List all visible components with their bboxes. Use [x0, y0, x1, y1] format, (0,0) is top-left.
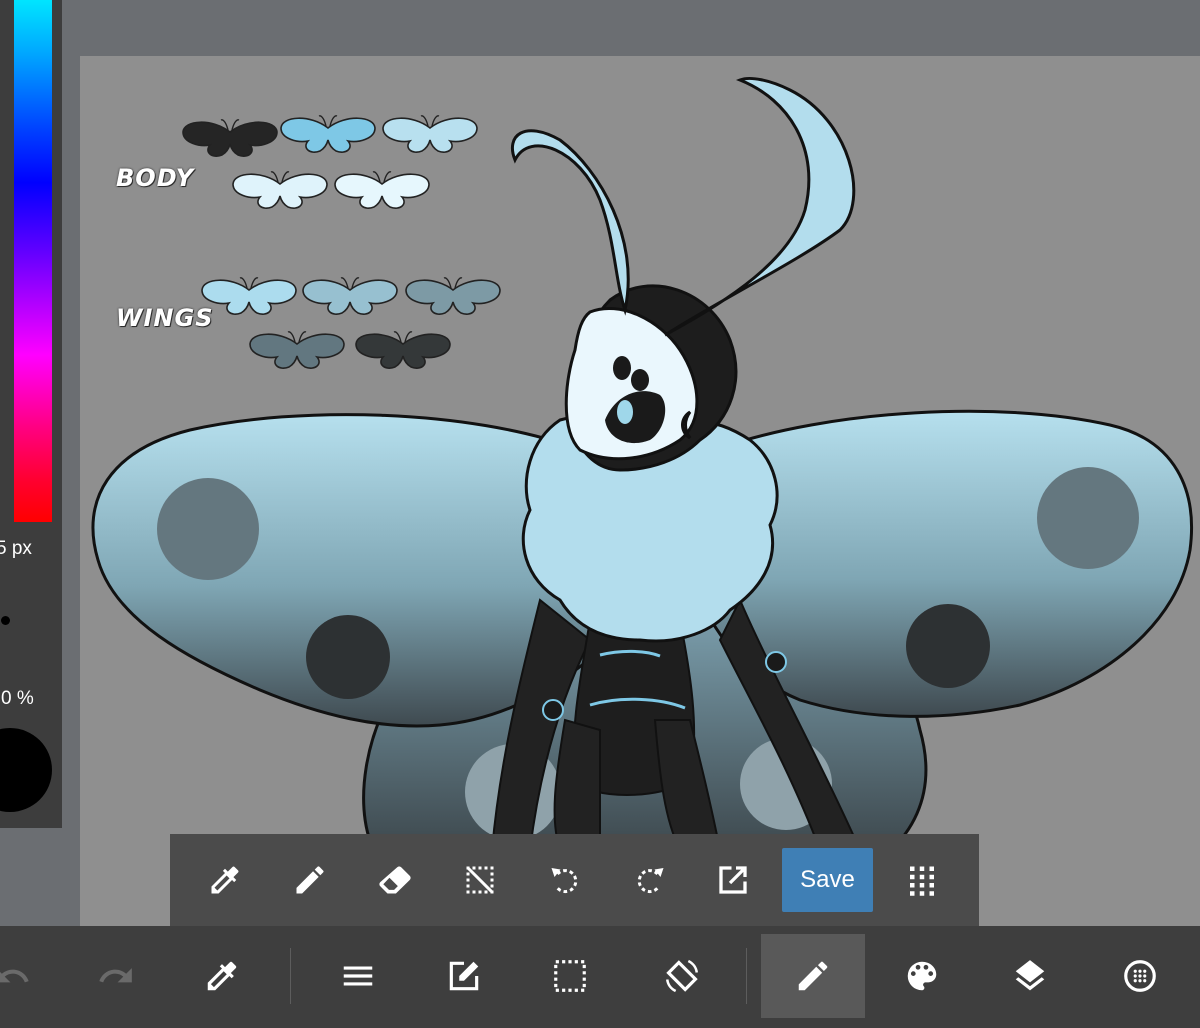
deselect-button[interactable]	[450, 850, 510, 910]
save-button[interactable]: Save	[782, 848, 873, 912]
palette-button[interactable]	[870, 934, 974, 1018]
redo-icon	[99, 968, 132, 983]
redo-icon	[637, 868, 664, 894]
bottom-undo-button[interactable]	[0, 934, 64, 1018]
toolbar-divider	[746, 948, 747, 1004]
rotate-screen-button[interactable]	[630, 934, 734, 1018]
menu-icon	[343, 966, 373, 986]
panel-gutter	[62, 0, 80, 926]
brush-icon	[798, 961, 828, 991]
palette-icon	[907, 961, 937, 991]
eyedropper-icon	[211, 866, 239, 894]
edit-icon	[449, 961, 479, 991]
opacity-value[interactable]: 0 %	[1, 688, 34, 710]
hue-slider[interactable]	[14, 0, 52, 522]
undo-icon	[551, 868, 578, 894]
layers-icon	[1015, 960, 1045, 991]
rotate-screen-icon	[666, 959, 698, 993]
brush-size-preview	[1, 616, 10, 625]
bottom-toolbar	[0, 926, 1200, 1028]
main-menu-button[interactable]	[306, 934, 410, 1018]
eraser-tool-button[interactable]	[365, 850, 425, 910]
bottom-eyedropper-button[interactable]	[170, 934, 274, 1018]
grid-menu-icon	[910, 866, 934, 896]
edit-button[interactable]	[412, 934, 516, 1018]
body-label: BODY	[116, 164, 195, 192]
artwork	[91, 76, 1193, 862]
brush-tool-button[interactable]	[761, 934, 865, 1018]
wing-palette	[201, 277, 501, 369]
pencil-tool-button[interactable]	[280, 850, 340, 910]
color-side-panel: 5 px 0 %	[0, 0, 62, 828]
selection-button[interactable]	[518, 934, 622, 1018]
eyedropper-tool-button[interactable]	[195, 850, 255, 910]
eraser-icon	[379, 866, 411, 894]
body-palette	[182, 115, 478, 209]
current-color-swatch[interactable]	[0, 728, 52, 812]
eyedropper-icon	[207, 961, 237, 991]
pencil-icon	[296, 866, 324, 894]
toolbar-divider	[290, 948, 291, 1004]
drawing-canvas[interactable]: BODY WINGS	[80, 56, 1200, 926]
export-icon	[719, 866, 747, 894]
redo-button[interactable]	[620, 850, 680, 910]
material-button[interactable]	[1088, 934, 1192, 1018]
layers-button[interactable]	[978, 934, 1082, 1018]
wings-label: WINGS	[116, 304, 214, 332]
deselect-icon	[466, 866, 494, 894]
floating-toolbar: Save	[170, 834, 979, 926]
bottom-redo-button[interactable]	[64, 934, 168, 1018]
undo-icon	[0, 969, 29, 983]
material-icon	[1124, 960, 1156, 992]
brush-size-value[interactable]: 5 px	[0, 538, 32, 560]
selection-icon	[554, 960, 586, 992]
drawing-app: 5 px 0 % BODY WINGS Save	[0, 0, 1200, 1028]
more-tools-button[interactable]	[892, 850, 952, 910]
undo-button[interactable]	[535, 850, 595, 910]
export-button[interactable]	[703, 850, 763, 910]
